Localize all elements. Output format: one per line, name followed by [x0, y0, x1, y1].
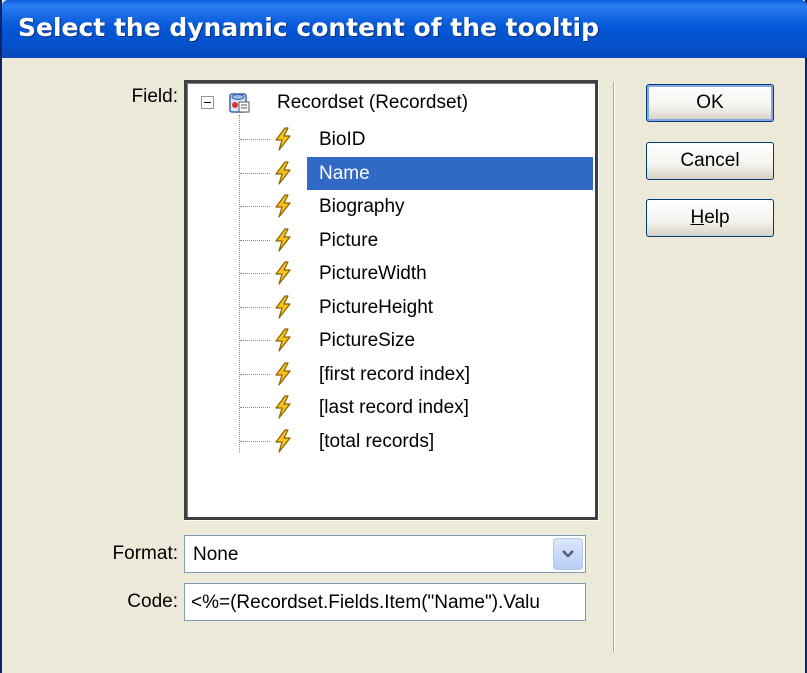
field-tree-item-label: PictureHeight [319, 296, 434, 318]
dialog-window: Select the dynamic content of the toolti… [0, 0, 807, 673]
tree-branch-line [240, 407, 270, 408]
field-tree-item[interactable]: Biography [187, 190, 595, 223]
code-label: Code: [127, 591, 178, 612]
code-input-value: <%=(Recordset.Fields.Item("Name").Valu [191, 592, 540, 613]
lightning-bolt-icon [273, 361, 293, 386]
tree-branch-line [240, 440, 270, 442]
cancel-button[interactable]: Cancel [646, 142, 774, 180]
tree-root-label: Recordset (Recordset) [277, 92, 469, 113]
tree-root-recordset[interactable]: Recordset (Recordset) [187, 89, 595, 119]
field-tree-item-label: [last record index] [319, 397, 469, 418]
field-tree-item-label: PictureWidth [319, 263, 427, 284]
field-label: Field: [131, 86, 178, 107]
help-button[interactable]: Help [646, 199, 774, 237]
field-tree-item[interactable]: [total records] [187, 425, 595, 458]
field-tree-item-label: PictureSize [319, 330, 416, 351]
tree-branch-line [240, 239, 270, 241]
cancel-button-label: Cancel [680, 150, 740, 171]
lightning-bolt-icon [273, 194, 293, 218]
field-tree-item[interactable]: PictureWidth [187, 257, 595, 290]
tree-branch-line [240, 172, 270, 174]
vertical-divider [613, 82, 615, 652]
collapse-toggle-icon[interactable] [201, 96, 214, 109]
ok-button[interactable]: OK [646, 84, 774, 122]
recordset-icon [227, 91, 251, 115]
tree-branch-line [240, 139, 270, 140]
title-bar[interactable]: Select the dynamic content of the toolti… [2, 0, 807, 58]
lightning-bolt-icon [273, 395, 293, 419]
field-tree-item-label: Biography [319, 196, 405, 217]
field-tree-item-label: Name [319, 162, 370, 184]
help-button-mnemonic: H [690, 207, 705, 228]
tree-branch-line [240, 373, 270, 375]
lightning-bolt-icon [273, 127, 293, 151]
lightning-bolt-icon [273, 227, 293, 252]
lightning-bolt-icon [273, 294, 293, 319]
field-tree-item[interactable]: PictureSize [187, 324, 595, 357]
field-tree-item-label: [first record index] [319, 363, 470, 385]
field-tree-item[interactable]: [first record index] [187, 358, 595, 391]
field-tree-item[interactable]: [last record index] [187, 391, 595, 424]
dialog-title: Select the dynamic content of the toolti… [18, 13, 599, 42]
format-select[interactable]: None [184, 535, 586, 573]
format-label: Format: [112, 543, 178, 564]
lightning-bolt-icon [273, 328, 293, 352]
lightning-bolt-icon [273, 261, 293, 285]
ok-button-label: OK [696, 92, 724, 113]
field-tree-item[interactable]: Name [187, 156, 595, 190]
lightning-bolt-icon [273, 160, 293, 185]
tree-branch-line [240, 340, 270, 341]
help-button-label: elp [704, 207, 730, 228]
field-tree[interactable]: Recordset (Recordset) BioID Name Biography… [184, 80, 598, 520]
format-select-value: None [193, 544, 239, 565]
field-tree-item[interactable]: Picture [187, 224, 595, 257]
field-tree-item-label: Picture [319, 229, 379, 251]
tree-branch-line [240, 306, 270, 308]
field-tree-item-label: BioID [319, 129, 366, 150]
code-input[interactable]: <%=(Recordset.Fields.Item("Name").Valu [184, 583, 586, 621]
field-tree-item-label: [total records] [319, 430, 435, 452]
tree-branch-line [240, 206, 270, 207]
tree-branch-line [240, 273, 270, 274]
field-tree-item[interactable]: PictureHeight [187, 291, 595, 324]
lightning-bolt-icon [273, 428, 293, 453]
dropdown-arrow-icon[interactable] [553, 538, 583, 570]
field-tree-item[interactable]: BioID [187, 123, 595, 156]
